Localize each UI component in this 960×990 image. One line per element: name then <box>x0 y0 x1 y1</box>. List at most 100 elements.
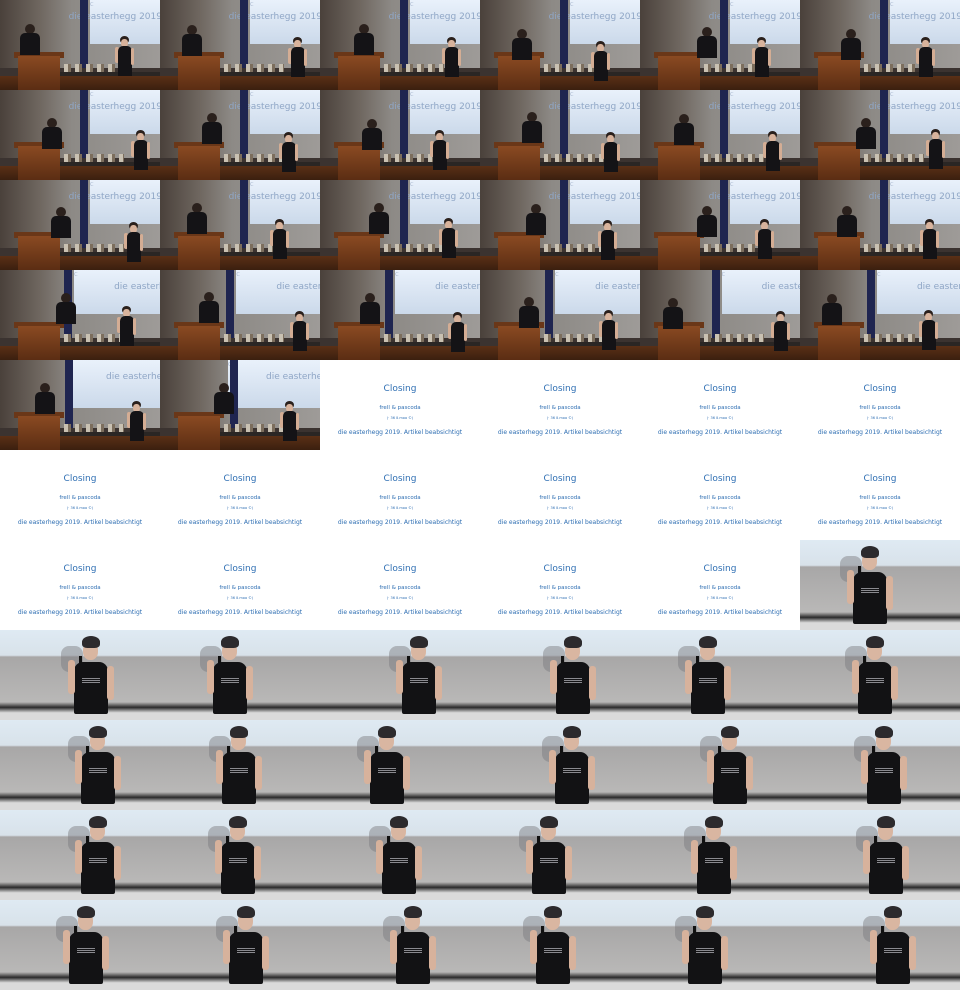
speaker-hair <box>378 726 397 738</box>
speaker-hair <box>390 816 409 828</box>
speaker-arm <box>564 846 572 880</box>
speaker-body <box>840 38 861 61</box>
speaker-arm <box>304 48 308 66</box>
hall-frame: C die easterhegg 2019 <box>800 0 960 90</box>
speaker-arm <box>707 750 715 784</box>
slide-event: die easterhegg 2019. Artikel beabsichtig… <box>657 429 783 436</box>
speaker-body <box>368 211 389 234</box>
slide-title: Closing <box>383 564 417 574</box>
hall-frame: C die easterhegg 2019 <box>640 180 800 270</box>
slide-event: die easterhegg 2019. Artikel beabsichtig… <box>337 429 463 436</box>
speaker-body <box>20 33 41 56</box>
speaker-tanktop <box>282 141 297 172</box>
podium <box>178 146 220 180</box>
speaker-body <box>855 126 876 149</box>
shirt-print <box>721 768 740 774</box>
screen-corner-text: C <box>730 182 734 188</box>
speaker-arm <box>457 48 461 66</box>
speaker-arm <box>787 322 791 340</box>
front-table <box>220 162 320 166</box>
slide-contact: (· 36 ß moo ©) <box>386 596 414 600</box>
table-props <box>64 244 124 252</box>
slide-event: die easterhegg 2019. Artikel beabsichtig… <box>177 519 303 526</box>
slide-authors: frell & pascoda <box>859 495 901 501</box>
microphone <box>560 746 564 753</box>
slide-event: die easterhegg 2019. Artikel beabsichtig… <box>177 609 303 616</box>
shirt-print <box>539 858 558 864</box>
screen-corner-text: C <box>90 2 94 8</box>
speaker-arm <box>376 840 384 874</box>
projection-screen: C die easterhegg 2019 <box>389 0 480 44</box>
closeup-frame <box>640 900 800 990</box>
speaker-hair <box>88 726 107 738</box>
speaker-tanktop <box>923 228 938 259</box>
closeup-frame <box>480 810 640 900</box>
speaker-arm <box>935 321 939 339</box>
speaker-hair <box>230 726 249 738</box>
speaker-body <box>186 212 207 235</box>
podium <box>498 146 540 180</box>
speaker-tanktop <box>134 140 149 171</box>
closeup-frame <box>800 900 960 990</box>
speaker-hair <box>404 906 423 918</box>
speaker-body <box>521 121 542 144</box>
front-table <box>60 252 160 256</box>
front-table <box>540 252 640 256</box>
podium <box>338 236 380 270</box>
hall-frame: C die easterhegg 2019 <box>0 0 160 90</box>
speaker-arm <box>130 48 134 66</box>
speaker-hair <box>410 636 429 648</box>
speaker-arm <box>847 570 855 604</box>
speaker-hair <box>883 906 902 918</box>
speaker-body <box>361 127 382 150</box>
podium <box>18 146 60 180</box>
microphone <box>873 836 877 843</box>
speaker-arm <box>215 840 223 874</box>
speaker-body <box>359 302 380 325</box>
speaker-tanktop <box>929 139 944 170</box>
microphone <box>696 656 700 663</box>
microphone <box>718 746 722 753</box>
speaker-arm <box>446 142 450 160</box>
curtain <box>560 0 568 68</box>
slide-authors: frell & pascoda <box>59 585 101 591</box>
closeup-frame <box>800 720 960 810</box>
podium <box>658 236 700 270</box>
speaker-arm <box>254 846 262 880</box>
screen-corner-text: C <box>410 2 414 8</box>
speaker-tanktop <box>273 229 288 260</box>
microphone <box>85 746 89 753</box>
podium <box>18 56 60 90</box>
speaker-arm <box>549 750 557 784</box>
speaker-hair <box>861 546 880 558</box>
microphone <box>863 656 867 663</box>
speaker-tanktop <box>866 752 901 804</box>
curtain <box>720 180 728 248</box>
speaker-arm <box>245 666 253 700</box>
slide-title: Closing <box>223 564 257 574</box>
speaker-body <box>35 392 56 415</box>
slide-event: die easterhegg 2019. Artikel beabsichtig… <box>817 429 943 436</box>
table-props <box>544 154 604 162</box>
slide-frame: Closing frell & pascoda (· 36 ß moo ©) d… <box>800 450 960 540</box>
hall-frame: C die easterhegg 2019 <box>800 180 960 270</box>
front-table <box>860 162 960 166</box>
closeup-frame <box>320 810 480 900</box>
slide-title: Closing <box>223 474 257 484</box>
closeup-frame <box>480 720 640 810</box>
table-props <box>864 244 924 252</box>
speaker-arm <box>720 936 728 970</box>
screen-corner-text: C <box>250 2 254 8</box>
speaker-body <box>199 301 220 324</box>
speaker-hair <box>544 906 563 918</box>
speaker-arm <box>286 231 290 249</box>
curtain <box>560 180 568 248</box>
podium <box>338 326 380 360</box>
curtain <box>240 0 248 68</box>
table-props <box>384 64 444 72</box>
screen-corner-text: C <box>730 2 734 8</box>
speaker-tanktop <box>370 752 405 804</box>
shirt-print <box>88 858 107 864</box>
projection-screen: C die easterhegg 2019 <box>229 90 320 134</box>
speaker-arm <box>860 750 868 784</box>
